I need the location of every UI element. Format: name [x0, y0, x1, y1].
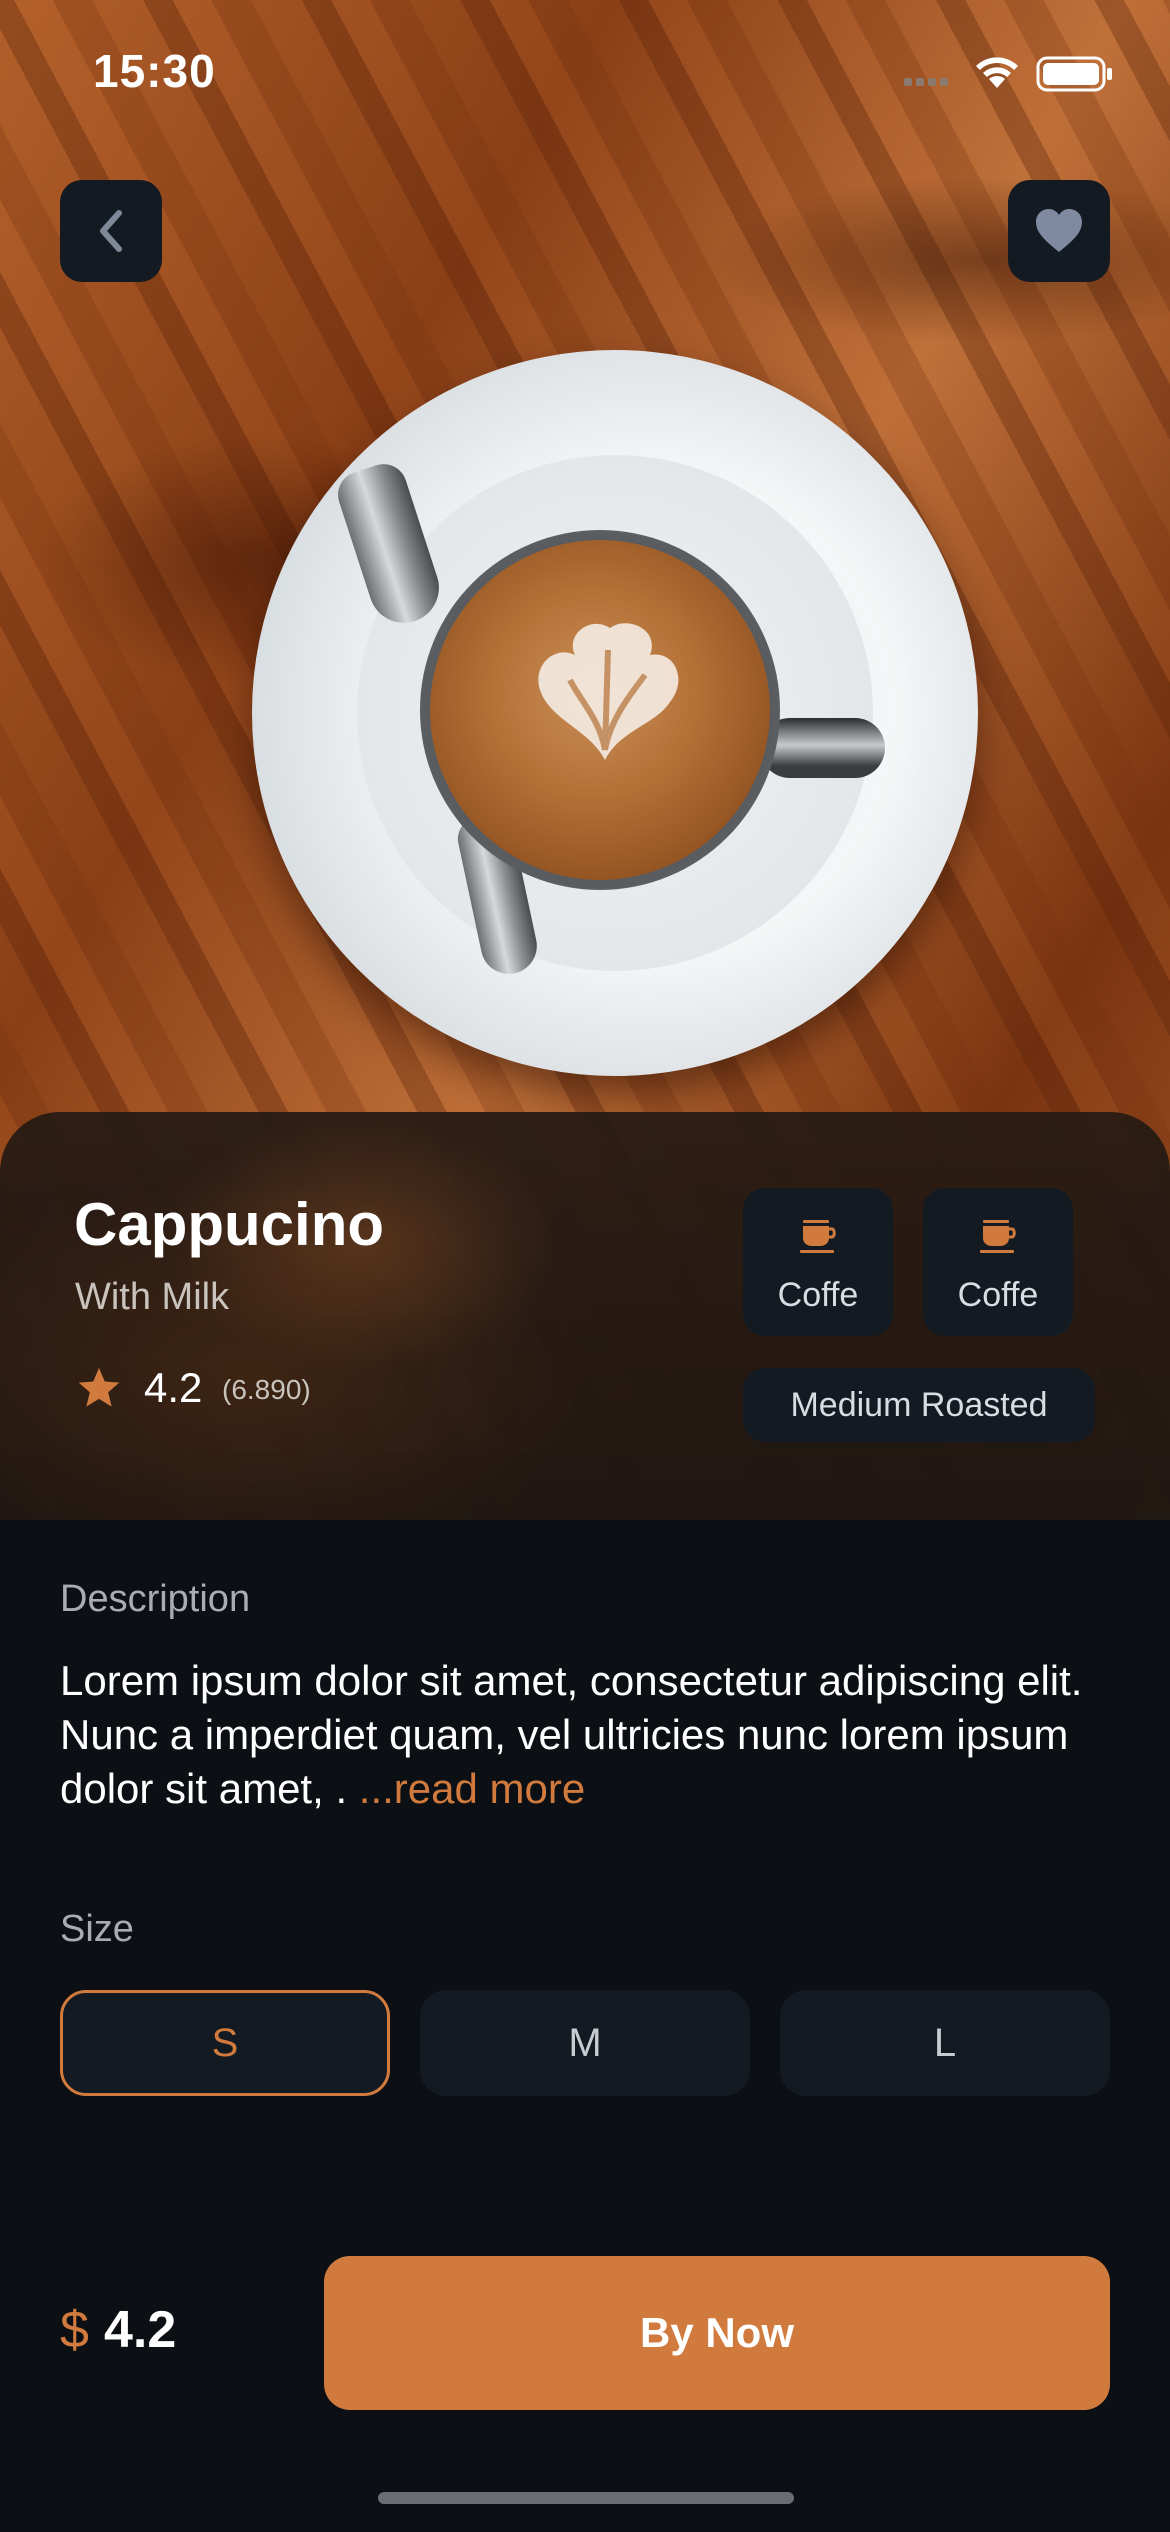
coffee-cup-icon: [980, 1220, 1016, 1253]
latte-art-image: [538, 623, 679, 760]
status-time: 15:30: [93, 45, 216, 97]
signal-icon: [904, 78, 948, 86]
read-more-link[interactable]: ...read more: [359, 1765, 585, 1812]
rating-count: (6.890): [222, 1374, 311, 1405]
coffee-crema-image: [430, 540, 770, 880]
tag-label: Coffe: [957, 1276, 1039, 1314]
star-icon: [78, 1367, 120, 1407]
coffee-cup-icon: [800, 1220, 836, 1253]
price-value: 4.2: [104, 2301, 177, 2359]
product-name: Cappucino: [74, 1191, 384, 1258]
battery-icon: [1036, 56, 1112, 92]
favorite-button[interactable]: [1008, 180, 1110, 282]
coffee-tag: Coffe: [743, 1188, 893, 1336]
product-detail-screen: 15:30 Cappucino With Milk 4.2 (6.890) Co…: [0, 0, 1170, 2532]
roast-badge: Medium Roasted: [743, 1368, 1095, 1442]
home-indicator: [378, 2492, 794, 2504]
tag-label: Coffe: [777, 1276, 859, 1314]
buy-now-button[interactable]: By Now: [324, 2256, 1110, 2410]
rating-value: 4.2: [144, 1364, 203, 1411]
description-text: Lorem ipsum dolor sit amet, consectetur …: [60, 1654, 1120, 1816]
cup-image: [420, 530, 780, 890]
status-icons: [904, 56, 1112, 92]
price-currency: $: [60, 2301, 89, 2359]
chevron-left-icon: [100, 210, 122, 252]
wifi-icon: [976, 57, 1018, 88]
coffee-tag: Coffe: [923, 1188, 1073, 1336]
size-option-s[interactable]: S: [60, 1990, 390, 2096]
heart-icon: [1036, 209, 1082, 252]
size-heading: Size: [60, 1908, 134, 1950]
size-option-l[interactable]: L: [780, 1990, 1110, 2096]
product-subtitle: With Milk: [75, 1276, 230, 1318]
size-option-m[interactable]: M: [420, 1990, 750, 2096]
description-heading: Description: [60, 1578, 251, 1620]
back-button[interactable]: [60, 180, 162, 282]
